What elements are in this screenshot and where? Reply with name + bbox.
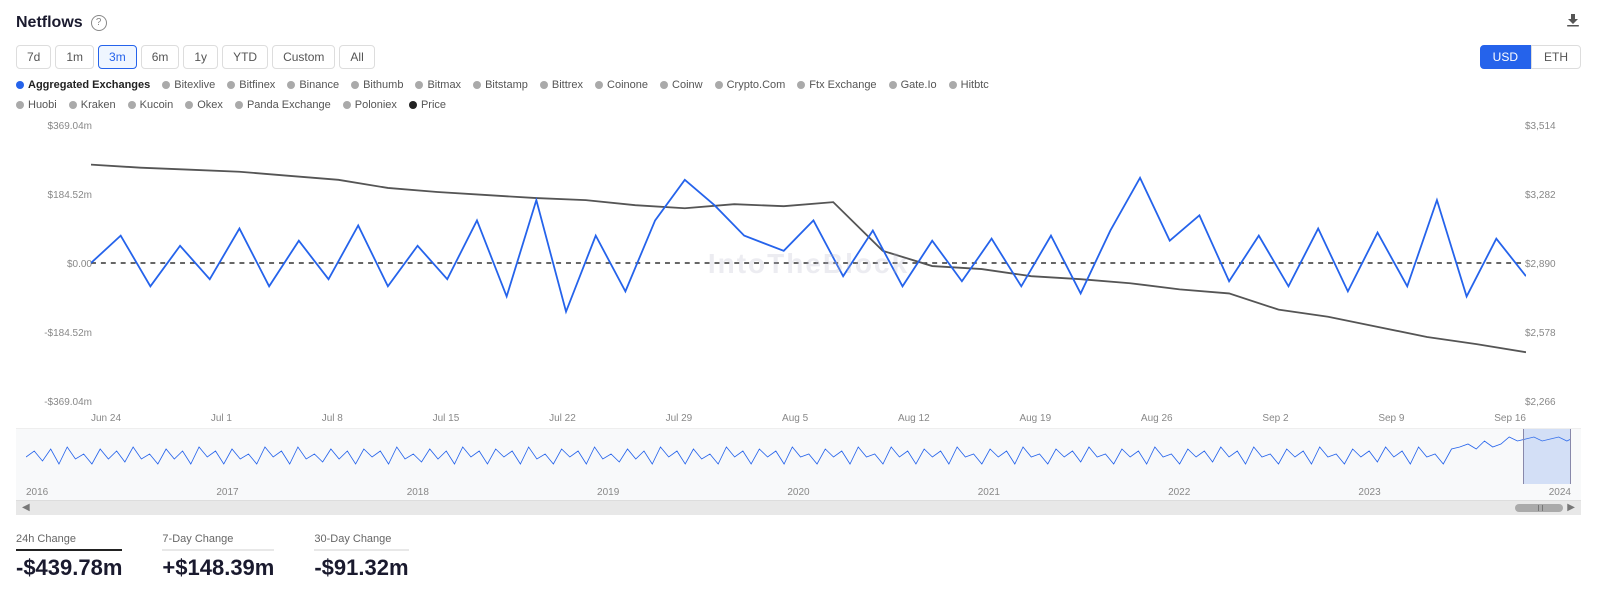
scroll-right-arrow[interactable]: ▶ <box>1567 503 1575 513</box>
main-container: Netflows ? 7d 1m 3m 6m 1y YTD Custom All… <box>0 0 1597 601</box>
legend-kraken[interactable]: Kraken <box>69 99 116 111</box>
currency-btn-eth[interactable]: ETH <box>1531 45 1581 69</box>
legend-dot-bitmax <box>415 81 423 89</box>
title-area: Netflows ? <box>16 14 107 32</box>
stat-30d: 30-Day Change -$91.32m <box>314 533 408 581</box>
legend-poloniex[interactable]: Poloniex <box>343 99 397 111</box>
controls-row: 7d 1m 3m 6m 1y YTD Custom All USD ETH <box>16 45 1581 69</box>
legend-binance[interactable]: Binance <box>287 79 339 91</box>
legend-dot-bitfinex <box>227 81 235 89</box>
legend-huobi[interactable]: Huobi <box>16 99 57 111</box>
x-axis: Jun 24 Jul 1 Jul 8 Jul 15 Jul 22 Jul 29 … <box>91 408 1526 428</box>
legend-dot-bithumb <box>351 81 359 89</box>
stat-label-30d: 30-Day Change <box>314 533 408 545</box>
stat-label-24h: 24h Change <box>16 533 122 545</box>
legend-ftx[interactable]: Ftx Exchange <box>797 79 876 91</box>
mini-chart-inner <box>26 429 1571 484</box>
legend-bittrex[interactable]: Bittrex <box>540 79 583 91</box>
chart-inner: IntoTheBlock <box>91 119 1526 408</box>
y-axis-left: $369.04m $184.52m $0.00 -$184.52m -$369.… <box>16 119 96 428</box>
time-btn-all[interactable]: All <box>339 45 374 69</box>
main-chart-svg <box>91 119 1526 408</box>
legend-dot-hitbtc <box>949 81 957 89</box>
legend-dot-coinw <box>660 81 668 89</box>
help-icon[interactable]: ? <box>91 15 107 31</box>
legend-dot-poloniex <box>343 101 351 109</box>
legend-bitfinex[interactable]: Bitfinex <box>227 79 275 91</box>
time-btn-7d[interactable]: 7d <box>16 45 51 69</box>
stat-value-7d: +$148.39m <box>162 555 274 581</box>
legend-bitstamp[interactable]: Bitstamp <box>473 79 528 91</box>
legend-dot-aggregated <box>16 81 24 89</box>
download-icon[interactable] <box>1565 12 1581 33</box>
legend-dot-binance <box>287 81 295 89</box>
legend-dot-ftx <box>797 81 805 89</box>
stat-value-30d: -$91.32m <box>314 555 408 581</box>
legend-dot-panda <box>235 101 243 109</box>
mini-chart-selection[interactable] <box>1523 429 1571 484</box>
main-chart-area: $369.04m $184.52m $0.00 -$184.52m -$369.… <box>16 119 1581 429</box>
legend-panda[interactable]: Panda Exchange <box>235 99 331 111</box>
legend-bitmax[interactable]: Bitmax <box>415 79 461 91</box>
scrollbar[interactable]: ◀ ▶ <box>16 501 1581 515</box>
time-btn-ytd[interactable]: YTD <box>222 45 268 69</box>
mini-chart-svg <box>26 429 1571 484</box>
mini-x-axis: 2016 2017 2018 2019 2020 2021 2022 2023 … <box>26 484 1571 500</box>
header-row: Netflows ? <box>16 12 1581 33</box>
legend-dot-cryptocom <box>715 81 723 89</box>
legend-gateio[interactable]: Gate.Io <box>889 79 937 91</box>
time-btn-3m[interactable]: 3m <box>98 45 137 69</box>
legend-aggregated[interactable]: Aggregated Exchanges <box>16 79 150 91</box>
legend-price[interactable]: Price <box>409 99 446 111</box>
stat-7d: 7-Day Change +$148.39m <box>162 533 274 581</box>
legend-kucoin[interactable]: Kucoin <box>128 99 174 111</box>
scroll-thumb[interactable] <box>1515 504 1563 512</box>
legend-bitexlive[interactable]: Bitexlive <box>162 79 215 91</box>
legend-dot-bitstamp <box>473 81 481 89</box>
legend-dot-bittrex <box>540 81 548 89</box>
stat-divider-7d <box>162 549 274 551</box>
legend-cryptocom[interactable]: Crypto.Com <box>715 79 786 91</box>
legend-hitbtc[interactable]: Hitbtc <box>949 79 989 91</box>
legend-okex[interactable]: Okex <box>185 99 223 111</box>
legend-dot-gateio <box>889 81 897 89</box>
legend-dot-okex <box>185 101 193 109</box>
page-title: Netflows <box>16 14 83 32</box>
legend-dot-bitexlive <box>162 81 170 89</box>
currency-btn-usd[interactable]: USD <box>1480 45 1531 69</box>
legend-dot-kucoin <box>128 101 136 109</box>
time-btn-custom[interactable]: Custom <box>272 45 335 69</box>
legend-dot-price <box>409 101 417 109</box>
currency-buttons: USD ETH <box>1480 45 1581 69</box>
time-btn-1y[interactable]: 1y <box>183 45 218 69</box>
time-btn-1m[interactable]: 1m <box>55 45 94 69</box>
stat-divider-24h <box>16 549 122 551</box>
stat-divider-30d <box>314 549 408 551</box>
legend-row-1: Aggregated Exchanges Bitexlive Bitfinex … <box>16 79 1581 91</box>
stat-value-24h: -$439.78m <box>16 555 122 581</box>
legend-dot-coinone <box>595 81 603 89</box>
stats-row: 24h Change -$439.78m 7-Day Change +$148.… <box>16 515 1581 589</box>
stat-24h: 24h Change -$439.78m <box>16 533 122 581</box>
stat-label-7d: 7-Day Change <box>162 533 274 545</box>
legend-coinone[interactable]: Coinone <box>595 79 648 91</box>
time-buttons: 7d 1m 3m 6m 1y YTD Custom All <box>16 45 375 69</box>
time-btn-6m[interactable]: 6m <box>141 45 180 69</box>
legend-dot-kraken <box>69 101 77 109</box>
y-axis-right: $3,514 $3,282 $2,890 $2,578 $2,266 <box>1521 119 1581 428</box>
legend-row-2: Huobi Kraken Kucoin Okex Panda Exchange … <box>16 99 1581 111</box>
legend-bithumb[interactable]: Bithumb <box>351 79 403 91</box>
legend-coinw[interactable]: Coinw <box>660 79 703 91</box>
legend-dot-huobi <box>16 101 24 109</box>
mini-chart-area[interactable]: 2016 2017 2018 2019 2020 2021 2022 2023 … <box>16 429 1581 501</box>
scroll-left-arrow[interactable]: ◀ <box>22 503 30 513</box>
